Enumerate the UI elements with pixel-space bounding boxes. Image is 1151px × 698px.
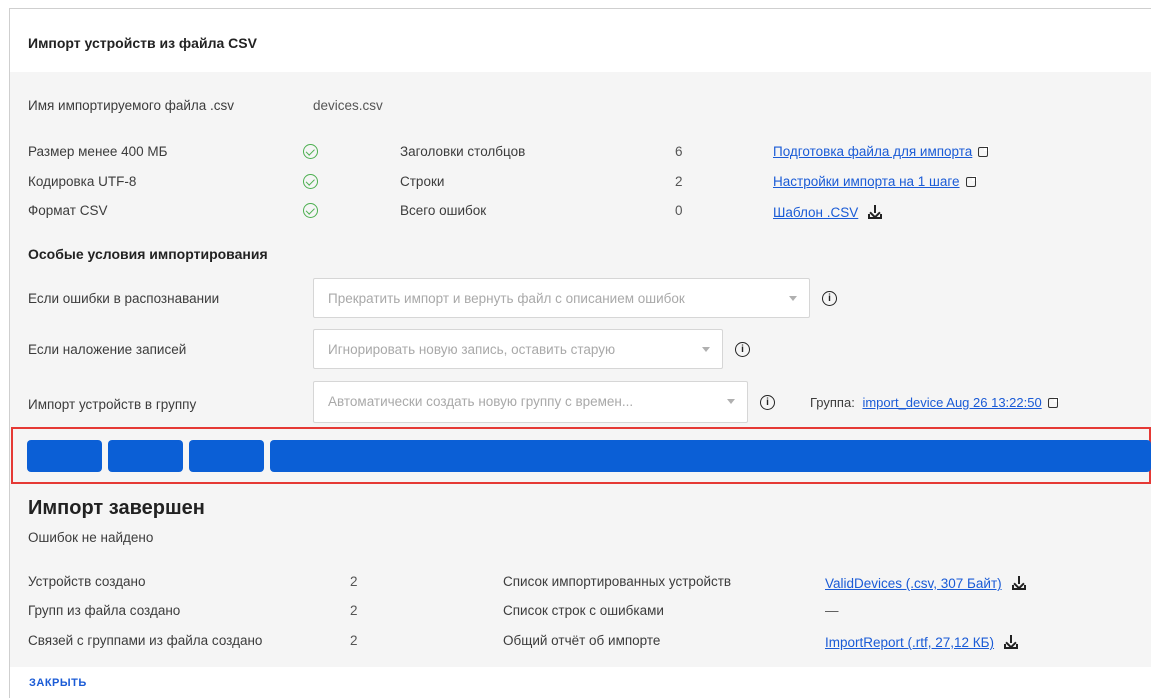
download-icon[interactable] [868,205,883,219]
info-icon[interactable]: i [822,291,837,306]
chevron-down-icon [702,347,710,352]
external-link-icon[interactable] [1047,397,1059,408]
external-link-icon[interactable] [978,146,990,157]
special-conditions-title: Особые условия импортирования [28,246,268,262]
file-name-label: Имя импортируемого файла .csv [28,98,235,113]
valid-devices-link[interactable]: ValidDevices (.csv, 307 Байт) [825,576,1002,591]
condition-label-errors: Если ошибки в распознавании [28,291,220,306]
check-circle-icon [303,203,318,218]
condition-label-overlap: Если наложение записей [28,342,187,357]
external-link-icon[interactable] [965,176,977,187]
file-name-value: devices.csv [313,98,383,113]
errors-policy-select[interactable]: Прекратить импорт и вернуть файл с описа… [313,278,810,318]
result-value-devices: 2 [350,574,358,589]
errors-policy-value: Прекратить импорт и вернуть файл с описа… [328,291,685,306]
group-info: Группа: import_device Aug 26 13:22:50 [810,395,1059,410]
check-label-size: Размер менее 400 МБ [28,144,168,159]
file-label-errors: Список строк с ошибками [503,603,664,618]
stat-label-headers: Заголовки столбцов [400,144,526,159]
stat-label-rows: Строки [400,174,445,189]
link-prepare-file[interactable]: Подготовка файла для импорта [773,144,990,159]
progress-segment [270,440,1151,472]
download-icon[interactable] [1011,576,1026,590]
group-policy-select[interactable]: Автоматически создать новую группу с вре… [313,381,748,423]
result-label-groups: Групп из файла создано [28,603,181,618]
error-rows-value: — [825,603,839,618]
overlap-policy-select[interactable]: Игнорировать новую запись, оставить стар… [313,329,723,369]
link-csv-template-text[interactable]: Шаблон .CSV [773,205,858,220]
check-circle-icon [303,174,318,189]
group-policy-value: Автоматически создать новую группу с вре… [328,394,634,409]
import-report-link[interactable]: ImportReport (.rtf, 27,12 КБ) [825,635,994,650]
progress-segment [27,440,102,472]
progress-segment [108,440,183,472]
link-import-settings[interactable]: Настройки импорта на 1 шаге [773,174,977,189]
result-label-links: Связей с группами из файла создано [28,633,263,648]
overlap-policy-value: Игнорировать новую запись, оставить стар… [328,342,616,357]
link-import-settings-text[interactable]: Настройки импорта на 1 шаге [773,174,960,189]
stat-value-errors: 0 [675,203,683,218]
check-circle-icon [303,144,318,159]
condition-label-group: Импорт устройств в группу [28,397,197,412]
result-label-devices: Устройств создано [28,574,146,589]
result-value-groups: 2 [350,603,358,618]
link-prepare-file-text[interactable]: Подготовка файла для импорта [773,144,972,159]
result-value-links: 2 [350,633,358,648]
stat-value-rows: 2 [675,174,683,189]
progress-segment [189,440,264,472]
check-label-encoding: Кодировка UTF-8 [28,174,137,189]
chevron-down-icon [727,399,735,404]
info-icon[interactable]: i [735,342,750,357]
result-subtitle: Ошибок не найдено [28,530,154,545]
progress-highlight [11,427,1151,484]
dialog-title: Импорт устройств из файла CSV [28,35,257,51]
close-button[interactable]: ЗАКРЫТЬ [29,677,87,689]
stat-value-headers: 6 [675,144,683,159]
file-label-valid: Список импортированных устройств [503,574,732,589]
group-link[interactable]: import_device Aug 26 13:22:50 [862,395,1041,410]
info-icon[interactable]: i [760,395,775,410]
stat-label-errors: Всего ошибок [400,203,487,218]
import-report-download[interactable]: ImportReport (.rtf, 27,12 КБ) [825,633,1019,650]
chevron-down-icon [789,296,797,301]
result-title: Импорт завершен [28,497,205,519]
link-csv-template[interactable]: Шаблон .CSV [773,203,883,220]
download-icon[interactable] [1004,635,1019,649]
group-label: Группа: [810,395,855,410]
file-label-report: Общий отчёт об импорте [503,633,661,648]
check-label-format: Формат CSV [28,203,108,218]
valid-devices-download[interactable]: ValidDevices (.csv, 307 Байт) [825,574,1026,591]
